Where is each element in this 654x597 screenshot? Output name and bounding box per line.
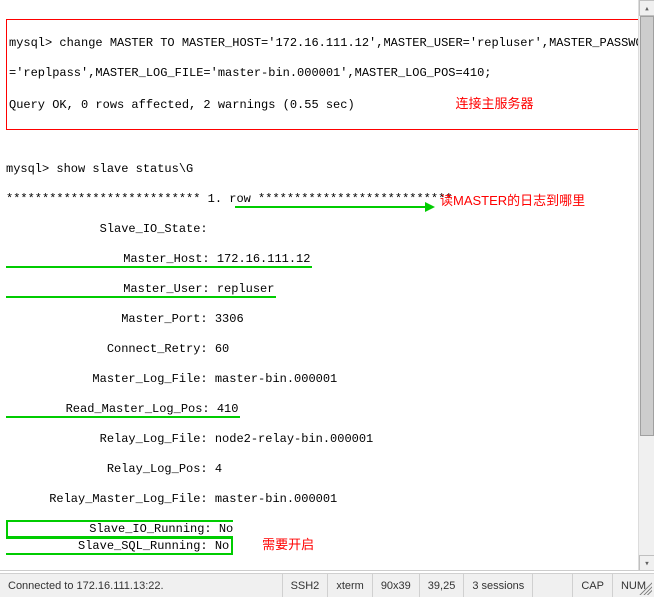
terminal-output: mysql> change MASTER TO MASTER_HOST='172… <box>0 0 654 571</box>
hl-slave-running: Slave_IO_Running: No Slave_SQL_Running: … <box>6 520 233 555</box>
status-connection: Connected to 172.16.111.13:22. <box>0 574 283 597</box>
scroll-up-button[interactable]: ▴ <box>639 0 654 16</box>
field-relay-log-file: Relay_Log_File: node2-relay-bin.000001 <box>6 432 648 447</box>
highlight-change-master: mysql> change MASTER TO MASTER_HOST='172… <box>6 19 648 130</box>
field-master-host: Master_Host: 172.16.111.12 <box>6 252 648 267</box>
status-size: 90x39 <box>373 574 420 597</box>
scroll-thumb[interactable] <box>640 16 654 436</box>
arrow-read-master-head-icon <box>425 202 435 212</box>
annot-read-master: 读MASTER的日志到哪里 <box>440 193 580 208</box>
annot-connect-master: 连接主服务器 <box>455 96 533 111</box>
cmd-show-slave-status: mysql> show slave status\G <box>6 162 648 177</box>
field-master-port: Master_Port: 3306 <box>6 312 648 327</box>
field-relay-master-log-file: Relay_Master_Log_File: master-bin.000001 <box>6 492 648 507</box>
scrollbar-vertical[interactable]: ▴ ▾ <box>638 0 654 571</box>
cmd-change-master-l2: ='replpass',MASTER_LOG_FILE='master-bin.… <box>9 66 645 81</box>
field-replicate-do-db: Replicate_Do_DB: <box>6 569 648 571</box>
field-relay-log-pos: Relay_Log_Pos: 4 <box>6 462 648 477</box>
hl-master-host: Master_Host: 172.16.111.12 <box>6 252 312 268</box>
field-slave-io-state: Slave_IO_State: <box>6 222 648 237</box>
hl-read-master-log-pos: Read_Master_Log_Pos: 410 <box>6 402 240 418</box>
resize-grip-icon[interactable] <box>636 579 652 595</box>
field-read-master-log-pos: Read_Master_Log_Pos: 410 <box>6 402 648 417</box>
field-connect-retry: Connect_Retry: 60 <box>6 342 648 357</box>
field-slave-io-running: Slave_IO_Running: No Slave_SQL_Running: … <box>6 522 648 554</box>
field-master-user: Master_User: repluser <box>6 282 648 297</box>
scroll-down-button[interactable]: ▾ <box>639 555 654 571</box>
status-cap: CAP <box>573 574 613 597</box>
field-master-log-file: Master_Log_File: master-bin.000001 <box>6 372 648 387</box>
annot-need-enable: 需要开启 <box>262 537 314 552</box>
status-term: xterm <box>328 574 373 597</box>
status-bar: Connected to 172.16.111.13:22. SSH2 xter… <box>0 573 654 597</box>
status-ssh: SSH2 <box>283 574 329 597</box>
cmd-change-master-result: Query OK, 0 rows affected, 2 warnings (0… <box>9 96 645 113</box>
status-sessions: 3 sessions <box>464 574 533 597</box>
hl-master-user: Master_User: repluser <box>6 282 276 298</box>
status-cursor: 39,25 <box>420 574 465 597</box>
arrow-read-master-line <box>235 206 425 208</box>
cmd-change-master-l1: mysql> change MASTER TO MASTER_HOST='172… <box>9 36 645 51</box>
